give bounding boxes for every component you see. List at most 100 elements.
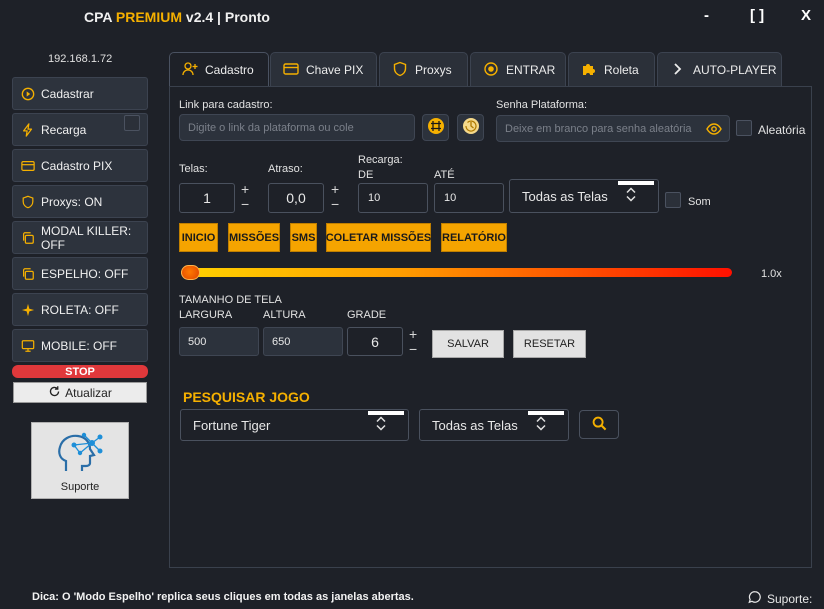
espelho-button[interactable]: ESPELHO: OFF [12, 257, 148, 290]
tab-entrar-label: ENTRAR [506, 63, 556, 77]
som-label: Som [688, 196, 711, 208]
link-label: Link para cadastro: [179, 99, 273, 111]
tab-proxys[interactable]: Proxys [379, 52, 468, 87]
telas-input[interactable]: 1 [179, 183, 235, 213]
footer-support-label: Suporte: [767, 591, 813, 606]
mobile-toggle-button[interactable]: MOBILE: OFF [12, 329, 148, 362]
history-icon [462, 117, 480, 138]
modal-killer-button[interactable]: MODAL KILLER: OFF [12, 221, 148, 254]
cadastro-pix-button[interactable]: Cadastro PIX [12, 149, 148, 182]
chevron-updown-icon [626, 187, 636, 205]
lightning-icon [21, 122, 35, 137]
record-icon [483, 61, 499, 80]
tab-entrar[interactable]: ENTRAR [470, 52, 566, 87]
footer-support[interactable]: Suporte: [748, 590, 812, 607]
speed-slider-handle[interactable] [181, 265, 200, 280]
play-circle-icon [21, 87, 35, 101]
telas-select-value: Todas as Telas [522, 188, 608, 204]
close-button[interactable]: X [801, 7, 811, 24]
largura-input[interactable]: 500 [179, 327, 259, 356]
puzzle-icon [581, 61, 597, 80]
ate-label: ATÉ [434, 169, 455, 181]
recarga-checkbox[interactable] [124, 115, 140, 131]
support-button[interactable]: Suporte [31, 422, 129, 499]
brand-accent: PREMIUM [115, 9, 183, 25]
atraso-increment[interactable]: + [331, 182, 339, 196]
copy-icon [21, 267, 35, 281]
tab-cadastro[interactable]: Cadastro [169, 52, 269, 87]
mobile-label: MOBILE: OFF [41, 338, 118, 353]
aleatoria-label: Aleatória [758, 123, 806, 137]
monitor-icon [21, 339, 35, 353]
title-separator: | [217, 9, 221, 25]
tab-chave-pix[interactable]: Chave PIX [270, 52, 377, 87]
refresh-label: Atualizar [65, 385, 112, 400]
atraso-input[interactable]: 0,0 [268, 183, 324, 213]
tab-roleta[interactable]: Roleta [568, 52, 655, 87]
cadastrar-button[interactable]: Cadastrar [12, 77, 148, 110]
stop-button[interactable]: STOP [12, 365, 148, 378]
support-label: Suporte [60, 481, 100, 493]
card-icon [283, 61, 299, 80]
altura-label: ALTURA [263, 309, 306, 321]
grade-input[interactable]: 6 [347, 327, 403, 356]
de-label: DE [358, 169, 374, 181]
eye-icon[interactable] [706, 121, 722, 140]
inicio-button[interactable]: INICIO [179, 223, 218, 252]
missoes-button[interactable]: MISSÕES [228, 223, 280, 252]
minimize-button[interactable]: - [704, 7, 709, 24]
telas-increment[interactable]: + [241, 182, 249, 196]
game-select-value: Fortune Tiger [193, 417, 271, 433]
roleta-label: ROLETA: OFF [41, 302, 119, 317]
recarga-label: Recarga [41, 122, 87, 137]
history-button[interactable] [457, 114, 484, 141]
atraso-decrement[interactable]: − [331, 197, 339, 211]
grade-label: GRADE [347, 309, 387, 321]
shield-icon [21, 195, 35, 209]
tip-text: Dica: O 'Modo Espelho' replica seus cliq… [32, 591, 414, 603]
sparkle-icon [21, 303, 35, 317]
salvar-button[interactable]: SALVAR [432, 330, 504, 358]
coletar-missoes-button[interactable]: COLETAR MISSÕES [326, 223, 431, 252]
shield-icon [392, 61, 408, 80]
brand-prefix: CPA [84, 9, 112, 25]
relatorio-button[interactable]: RELATÓRIO [441, 223, 507, 252]
modal-killer-label: MODAL KILLER: OFF [41, 223, 132, 252]
telas-select[interactable]: Todas as Telas [509, 179, 659, 213]
atraso-label: Atraso: [268, 163, 303, 175]
proxys-toggle-button[interactable]: Proxys: ON [12, 185, 148, 218]
tamanho-title: TAMANHO DE TELA [179, 294, 282, 306]
telas-decrement[interactable]: − [241, 197, 249, 211]
copy-icon [21, 231, 35, 245]
senha-label: Senha Plataforma: [496, 99, 588, 111]
card-icon [21, 159, 35, 173]
espelho-label: ESPELHO: OFF [41, 266, 129, 281]
maximize-button[interactable]: [ ] [750, 7, 764, 24]
hash-button[interactable] [422, 114, 449, 141]
altura-input[interactable]: 650 [263, 327, 343, 356]
tab-auto-player[interactable]: AUTO-PLAYER [657, 52, 782, 87]
tab-auto-player-label: AUTO-PLAYER [693, 63, 777, 77]
resetar-button[interactable]: RESETAR [513, 330, 586, 358]
recarga-de-input[interactable]: 10 [358, 183, 428, 213]
search-button[interactable] [579, 410, 619, 439]
tab-chave-pix-label: Chave PIX [306, 63, 364, 77]
grade-decrement[interactable]: − [409, 342, 417, 356]
aleatoria-checkbox[interactable] [736, 120, 752, 136]
senha-input[interactable] [496, 115, 730, 142]
app-version: v2.4 [185, 9, 214, 25]
roleta-toggle-button[interactable]: ROLETA: OFF [12, 293, 148, 326]
grid-icon [427, 117, 445, 138]
speed-value: 1.0x [761, 268, 782, 280]
speed-slider-track[interactable] [181, 268, 732, 277]
som-checkbox[interactable] [665, 192, 681, 208]
game-select[interactable]: Fortune Tiger [180, 409, 409, 441]
grade-increment[interactable]: + [409, 327, 417, 341]
app-status: Pronto [224, 9, 270, 25]
link-input[interactable] [179, 114, 415, 141]
search-screens-select[interactable]: Todas as Telas [419, 409, 569, 441]
sms-button[interactable]: SMS [290, 223, 317, 252]
recarga-ate-input[interactable]: 10 [434, 183, 504, 213]
refresh-button[interactable]: Atualizar [13, 382, 147, 403]
tab-proxys-label: Proxys [415, 63, 452, 77]
